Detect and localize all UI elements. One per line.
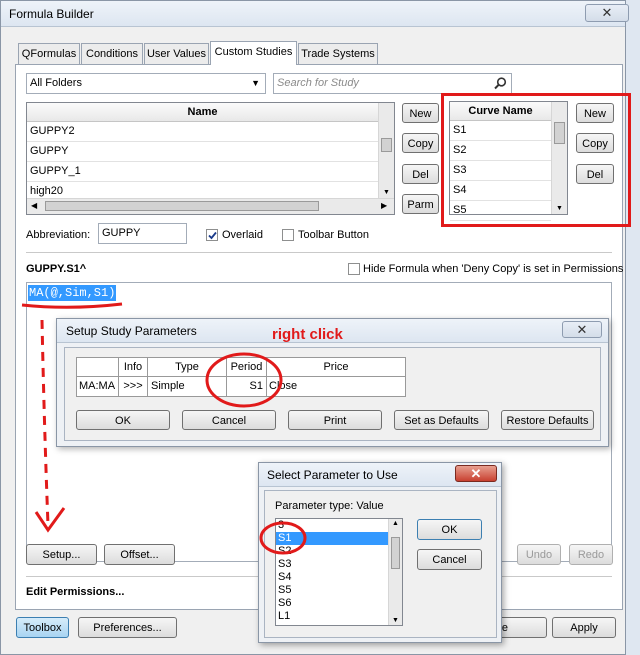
s1-circle [259,521,307,555]
tab-custom-studies[interactable]: Custom Studies [210,41,297,65]
s1-annotation-overlay [259,521,307,555]
